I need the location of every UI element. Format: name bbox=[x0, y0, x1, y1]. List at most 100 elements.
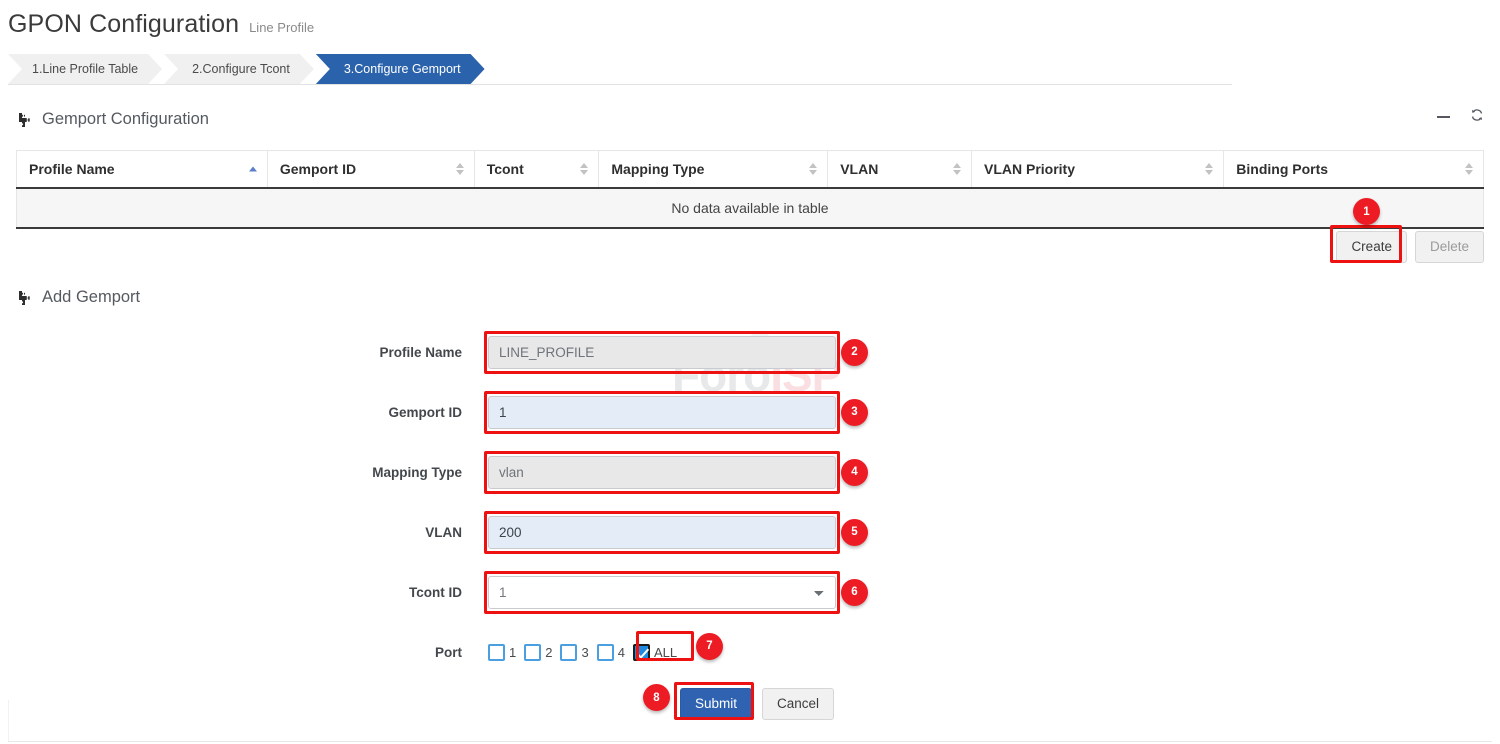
vlan-input[interactable] bbox=[488, 516, 836, 549]
port-checkbox-3-label: 3 bbox=[581, 645, 588, 660]
sort-indicator-asc-icon bbox=[249, 167, 257, 172]
page-bottom-rule bbox=[8, 741, 1492, 742]
port-checkbox-3[interactable]: 3 bbox=[560, 644, 588, 661]
label-mapping-type: Mapping Type bbox=[0, 465, 488, 480]
stepper-underline bbox=[8, 84, 1232, 85]
annotation-badge-6: 6 bbox=[841, 579, 868, 606]
table-header-row: Profile Name Gemport ID Tcont Mapping Ty… bbox=[17, 151, 1484, 189]
column-header-binding-ports-label: Binding Ports bbox=[1236, 161, 1328, 177]
table-body: No data available in table bbox=[17, 188, 1484, 228]
form-row-profile-name: Profile Name 2 bbox=[0, 322, 1500, 382]
form-row-port: Port 1 2 3 bbox=[0, 622, 1500, 682]
port-checkbox-all[interactable]: ALL bbox=[633, 644, 677, 661]
annotation-badge-3: 3 bbox=[841, 399, 868, 426]
page-title-main: GPON Configuration bbox=[8, 10, 239, 39]
app-page: ForoISP GPON Configuration Line Profile … bbox=[0, 0, 1500, 744]
form-row-gemport-id: Gemport ID 3 bbox=[0, 382, 1500, 442]
field-vlan: 5 bbox=[488, 516, 836, 549]
column-header-gemport-id-label: Gemport ID bbox=[280, 161, 356, 177]
field-mapping-type: 4 bbox=[488, 456, 836, 489]
column-header-tcont[interactable]: Tcont bbox=[474, 151, 599, 189]
sort-indicator-icon bbox=[953, 163, 961, 175]
port-checkbox-1[interactable]: 1 bbox=[488, 644, 516, 661]
annotation-badge-7: 7 bbox=[696, 633, 723, 660]
sort-indicator-icon bbox=[1205, 163, 1213, 175]
port-checkbox-all-label: ALL bbox=[654, 645, 677, 660]
field-port: 1 2 3 4 ALL bbox=[488, 636, 685, 669]
field-profile-name: 2 bbox=[488, 336, 836, 369]
column-header-profile-name[interactable]: Profile Name bbox=[17, 151, 268, 189]
annotation-badge-2: 2 bbox=[841, 339, 868, 366]
label-port: Port bbox=[0, 645, 488, 660]
create-button[interactable]: Create bbox=[1336, 231, 1407, 263]
column-header-tcont-label: Tcont bbox=[487, 161, 524, 177]
add-gemport-form: Profile Name 2 Gemport ID 3 Mapping Type… bbox=[0, 322, 1500, 682]
annotation-badge-1: 1 bbox=[1353, 198, 1380, 225]
plugin-icon bbox=[16, 290, 33, 306]
column-header-mapping-type[interactable]: Mapping Type bbox=[599, 151, 828, 189]
stepper-step-3[interactable]: 3.Configure Gemport bbox=[316, 54, 485, 84]
gemport-id-input[interactable] bbox=[488, 396, 836, 429]
table-header: Profile Name Gemport ID Tcont Mapping Ty… bbox=[17, 151, 1484, 189]
port-checkbox-1-label: 1 bbox=[509, 645, 516, 660]
cancel-button[interactable]: Cancel bbox=[762, 688, 834, 720]
gemport-configuration-title: Gemport Configuration bbox=[42, 110, 209, 129]
port-checkbox-2[interactable]: 2 bbox=[524, 644, 552, 661]
annotation-badge-5: 5 bbox=[841, 519, 868, 546]
column-header-mapping-type-label: Mapping Type bbox=[611, 161, 704, 177]
delete-button: Delete bbox=[1415, 231, 1484, 263]
port-checkbox-group: 1 2 3 4 ALL bbox=[488, 636, 685, 669]
table-action-buttons: Create Delete 1 bbox=[1336, 231, 1484, 263]
stepper-step-1-label: 1.Line Profile Table bbox=[32, 62, 138, 76]
column-header-binding-ports[interactable]: Binding Ports bbox=[1224, 151, 1484, 189]
gemport-table-wrapper: Profile Name Gemport ID Tcont Mapping Ty… bbox=[16, 150, 1484, 229]
sort-indicator-icon bbox=[456, 163, 464, 175]
checkbox-icon bbox=[524, 644, 541, 661]
checkbox-icon bbox=[597, 644, 614, 661]
column-header-vlan-priority[interactable]: VLAN Priority bbox=[971, 151, 1223, 189]
column-header-vlan[interactable]: VLAN bbox=[828, 151, 972, 189]
sort-indicator-icon bbox=[1465, 163, 1473, 175]
label-vlan: VLAN bbox=[0, 525, 488, 540]
field-gemport-id: 3 bbox=[488, 396, 836, 429]
panel-tools bbox=[1437, 108, 1484, 124]
label-tcont-id: Tcont ID bbox=[0, 585, 488, 600]
column-header-vlan-label: VLAN bbox=[840, 161, 878, 177]
column-header-vlan-priority-label: VLAN Priority bbox=[984, 161, 1075, 177]
tcont-id-select[interactable]: 1 bbox=[488, 576, 836, 609]
checkbox-icon bbox=[488, 644, 505, 661]
column-header-gemport-id[interactable]: Gemport ID bbox=[267, 151, 474, 189]
gemport-table: Profile Name Gemport ID Tcont Mapping Ty… bbox=[16, 150, 1484, 229]
refresh-icon[interactable] bbox=[1470, 108, 1484, 124]
stepper-step-3-label: 3.Configure Gemport bbox=[344, 62, 461, 76]
profile-name-input[interactable] bbox=[488, 336, 836, 369]
label-profile-name: Profile Name bbox=[0, 345, 488, 360]
column-header-profile-name-label: Profile Name bbox=[29, 161, 115, 177]
minus-icon[interactable] bbox=[1437, 109, 1450, 123]
gemport-configuration-header: Gemport Configuration bbox=[16, 110, 209, 129]
stepper-step-2-label: 2.Configure Tcont bbox=[192, 62, 290, 76]
form-actions: Submit 8 Cancel bbox=[0, 688, 1500, 720]
stepper-step-1[interactable]: 1.Line Profile Table bbox=[8, 54, 162, 84]
port-checkbox-4-label: 4 bbox=[618, 645, 625, 660]
mapping-type-input[interactable] bbox=[488, 456, 836, 489]
field-tcont-id: 1 6 bbox=[488, 576, 836, 609]
checkbox-checked-icon bbox=[633, 644, 650, 661]
page-title: GPON Configuration Line Profile bbox=[8, 10, 314, 39]
table-empty-message: No data available in table bbox=[17, 188, 1484, 228]
annotation-badge-8: 8 bbox=[643, 684, 670, 711]
port-checkbox-4[interactable]: 4 bbox=[597, 644, 625, 661]
page-title-sub: Line Profile bbox=[249, 20, 314, 35]
submit-button[interactable]: Submit bbox=[680, 688, 752, 720]
sort-indicator-icon bbox=[809, 163, 817, 175]
stepper-step-2[interactable]: 2.Configure Tcont bbox=[164, 54, 314, 84]
wizard-stepper: 1.Line Profile Table 2.Configure Tcont 3… bbox=[8, 54, 487, 84]
form-row-vlan: VLAN 5 bbox=[0, 502, 1500, 562]
checkbox-icon bbox=[560, 644, 577, 661]
port-checkbox-2-label: 2 bbox=[545, 645, 552, 660]
form-row-mapping-type: Mapping Type 4 bbox=[0, 442, 1500, 502]
add-gemport-title: Add Gemport bbox=[42, 288, 140, 307]
sort-indicator-icon bbox=[580, 163, 588, 175]
label-gemport-id: Gemport ID bbox=[0, 405, 488, 420]
form-row-tcont-id: Tcont ID 1 6 bbox=[0, 562, 1500, 622]
